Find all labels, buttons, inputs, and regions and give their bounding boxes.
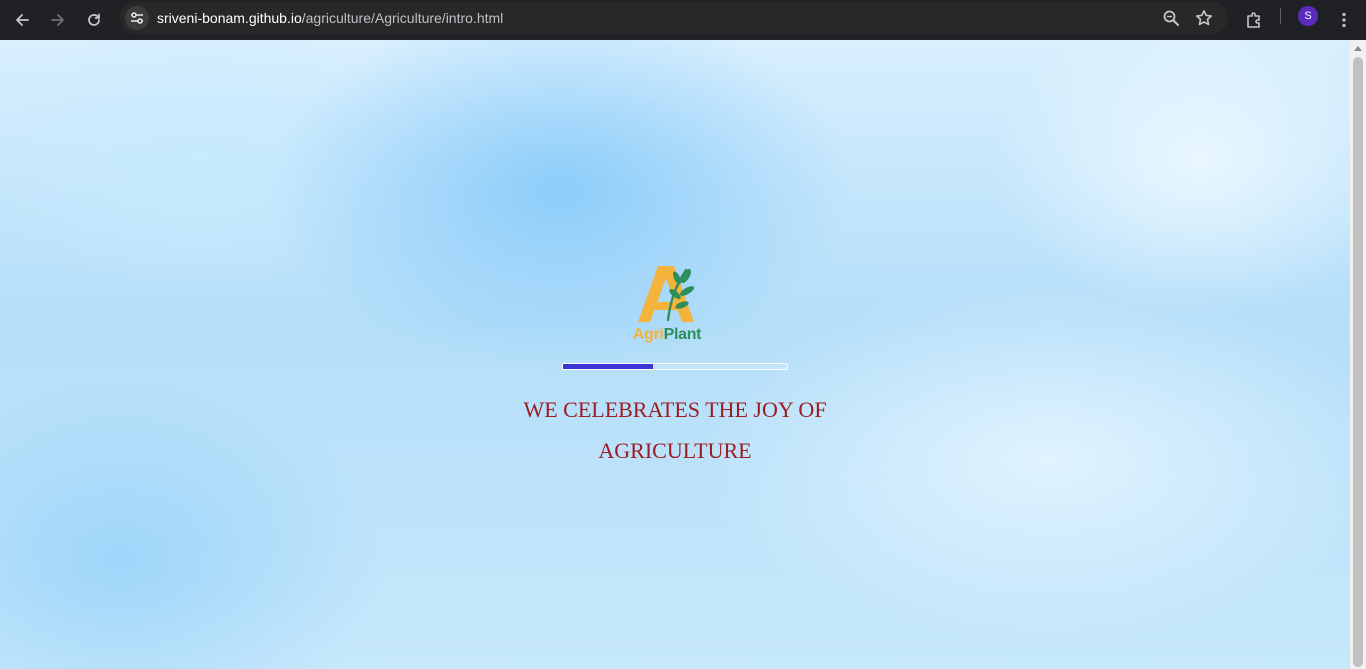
magnifier-icon [1163,10,1179,26]
brand-name-part1: Agri [632,326,664,343]
arrow-left-icon [16,14,29,26]
reload-button[interactable] [78,4,110,36]
back-button[interactable] [6,4,38,36]
puzzle-icon [1247,12,1260,28]
agriplant-logo: AgriPlant [624,264,710,348]
address-bar[interactable]: sriveni-bonam.github.io/agriculture/Agri… [120,2,1228,34]
url-host: sriveni-bonam.github.io [157,10,302,26]
url-path: /agriculture/Agriculture/intro.html [301,10,504,26]
zoom-button[interactable] [1159,6,1183,30]
browser-toolbar: sriveni-bonam.github.io/agriculture/Agri… [0,0,1366,40]
brand-name-part2: Plant [663,326,702,343]
toolbar-divider [1280,8,1281,24]
tune-icon [131,12,143,24]
bookmark-button[interactable] [1192,6,1216,30]
logo-mark-icon [638,266,695,322]
star-icon [1196,10,1212,26]
arrow-right-icon [51,14,64,26]
site-info-button[interactable] [125,6,149,30]
forward-button[interactable] [42,4,74,36]
scrollbar-thumb[interactable] [1353,57,1363,667]
profile-avatar[interactable]: S [1298,6,1318,26]
tagline-line2: AGRICULTURE [598,438,752,463]
url-text[interactable]: sriveni-bonam.github.io/agriculture/Agri… [157,2,503,34]
brand-name: AgriPlant [624,326,710,344]
page-scrollbar[interactable] [1350,40,1366,669]
loading-progress-bar [562,363,788,370]
browser-menu-button[interactable] [1328,4,1360,36]
loading-progress-fill [563,364,653,369]
intro-page: AgriPlant WE CELEBRATES THE JOY OF AGRIC… [0,40,1350,669]
extensions-button[interactable] [1238,4,1270,36]
kebab-menu-icon [1342,12,1346,28]
tagline: WE CELEBRATES THE JOY OF AGRICULTURE [0,389,1350,471]
reload-icon [88,13,100,26]
scroll-up-arrow-icon[interactable] [1354,46,1362,51]
tagline-line1: WE CELEBRATES THE JOY OF [523,397,827,422]
